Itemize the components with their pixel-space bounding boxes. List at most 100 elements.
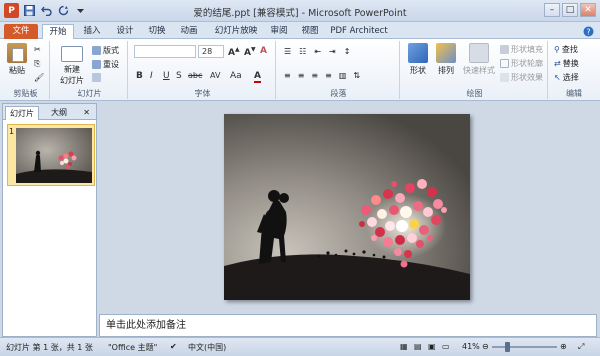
font-color-button[interactable]: A <box>254 71 261 83</box>
grow-font-icon[interactable]: A▲ <box>228 46 240 58</box>
slides-panel: 幻灯片 大纲 ✕ 1 <box>2 103 97 337</box>
slides-group: 新建 幻灯片 版式 重设 幻灯片 <box>52 41 128 99</box>
minimize-button[interactable]: – <box>544 3 560 17</box>
tab-view[interactable]: 视图 <box>297 24 323 39</box>
shape-outline-label: 形状轮廓 <box>511 59 543 68</box>
select-label: 选择 <box>562 73 579 82</box>
columns-icon[interactable]: ▥ <box>339 71 347 80</box>
maximize-button[interactable]: □ <box>562 3 578 17</box>
text-shadow-button[interactable]: S <box>176 71 182 81</box>
shape-effects-button[interactable]: 形状效果 <box>500 72 543 83</box>
copy-icon[interactable]: ⎘ <box>34 59 40 69</box>
numbering-icon[interactable]: ☷ <box>299 47 306 56</box>
paste-icon <box>7 43 27 63</box>
text-direction-icon[interactable]: ⇅ <box>353 71 360 80</box>
font-size-input[interactable]: 28 <box>198 45 224 58</box>
tab-slideshow[interactable]: 幻灯片放映 <box>209 24 263 39</box>
slide-canvas[interactable] <box>224 114 470 300</box>
tab-file[interactable]: 文件 <box>4 24 38 39</box>
line-spacing-icon[interactable]: ↕ <box>344 47 351 56</box>
ribbon: 粘贴 ✂ ⎘ 🖌 剪贴板 新建 幻灯片 版式 重设 幻灯片 28 A▲ A▼ A… <box>0 39 600 101</box>
close-button[interactable]: ✕ <box>580 3 596 17</box>
shapes-icon <box>408 43 428 63</box>
replace-button[interactable]: ⇄ 替换 <box>554 58 579 69</box>
drawing-group-label: 绘图 <box>466 89 483 98</box>
spell-check-icon[interactable]: ✔ <box>170 342 177 351</box>
strikethrough-button[interactable]: abc <box>188 71 202 80</box>
bullets-icon[interactable]: ☰ <box>284 47 291 56</box>
slide-thumbnail-selected[interactable]: 1 <box>7 124 95 186</box>
slide-sorter-icon[interactable]: ▤ <box>414 342 422 351</box>
clear-formatting-icon[interactable]: A <box>260 46 267 56</box>
close-panel-icon[interactable]: ✕ <box>79 106 94 120</box>
reading-view-icon[interactable]: ▣ <box>428 342 436 351</box>
tab-transitions[interactable]: 切换 <box>143 24 171 39</box>
tab-slides-thumbnails[interactable]: 幻灯片 <box>5 106 39 120</box>
font-name-input[interactable] <box>134 45 196 58</box>
shape-outline-button[interactable]: 形状轮廓 <box>500 58 543 69</box>
zoom-level[interactable]: 41% <box>462 342 480 351</box>
tab-insert[interactable]: 插入 <box>78 24 106 39</box>
help-icon[interactable]: ? <box>583 26 594 40</box>
select-button[interactable]: ↖ 选择 <box>554 72 579 83</box>
align-right-icon[interactable]: ≡ <box>311 71 318 80</box>
paste-button[interactable]: 粘贴 <box>6 43 28 76</box>
paragraph-group: ☰ ☷ ⇤ ⇥ ↕ ≡ ≡ ≡ ≡ ▥ ⇅ 段落 <box>278 41 400 99</box>
new-slide-button[interactable]: 新建 幻灯片 <box>56 43 88 86</box>
tab-review[interactable]: 审阅 <box>266 24 292 39</box>
tab-animations[interactable]: 动画 <box>175 24 203 39</box>
editing-group: ⚲ 查找 ⇄ 替换 ↖ 选择 编辑 <box>550 41 598 99</box>
clipboard-group-label: 剪贴板 <box>13 89 38 98</box>
align-left-icon[interactable]: ≡ <box>284 71 291 80</box>
paragraph-group-label: 段落 <box>330 89 347 98</box>
reset-label: 重设 <box>103 60 119 69</box>
character-spacing-button[interactable]: AV <box>210 71 220 80</box>
zoom-out-icon[interactable]: ⊖ <box>482 342 489 351</box>
arrange-icon <box>436 43 456 63</box>
list-buttons: ☰ ☷ ⇤ ⇥ ↕ <box>284 47 350 56</box>
status-bar: 幻灯片 第 1 张，共 1 张 "Office 主题" ✔ 中文(中国) ▦ ▤… <box>0 337 600 356</box>
section-icon <box>92 73 101 82</box>
tab-design[interactable]: 设计 <box>111 24 139 39</box>
decrease-indent-icon[interactable]: ⇤ <box>314 47 321 56</box>
cut-icon[interactable]: ✂ <box>34 45 41 54</box>
section-button[interactable] <box>92 73 101 82</box>
align-center-icon[interactable]: ≡ <box>298 71 305 80</box>
replace-icon: ⇄ <box>554 59 561 68</box>
bold-button[interactable]: B <box>136 71 143 81</box>
reset-button[interactable]: 重设 <box>92 59 119 70</box>
increase-indent-icon[interactable]: ⇥ <box>329 47 336 56</box>
shrink-font-icon[interactable]: A▼ <box>244 46 256 58</box>
font-group: 28 A▲ A▼ A B I U S abc AV Aa A 字体 <box>130 41 276 99</box>
arrange-button[interactable]: 排列 <box>434 43 458 76</box>
underline-button[interactable]: U <box>163 71 170 81</box>
language-status[interactable]: 中文(中国) <box>188 342 226 353</box>
shapes-button[interactable]: 形状 <box>406 43 430 76</box>
editing-group-label: 编辑 <box>566 89 582 98</box>
tab-outline[interactable]: 大纲 <box>47 106 71 120</box>
new-slide-label: 新建 <box>64 65 80 74</box>
shape-effects-label: 形状效果 <box>511 73 543 82</box>
change-case-button[interactable]: Aa <box>230 71 242 81</box>
paste-label: 粘贴 <box>9 66 25 75</box>
justify-icon[interactable]: ≡ <box>325 71 332 80</box>
find-button[interactable]: ⚲ 查找 <box>554 44 578 55</box>
format-painter-icon[interactable]: 🖌 <box>34 73 44 82</box>
italic-button[interactable]: I <box>150 71 153 81</box>
notes-pane[interactable]: 单击此处添加备注 <box>99 314 597 337</box>
quick-styles-button[interactable]: 快速样式 <box>460 43 498 76</box>
layout-button[interactable]: 版式 <box>92 45 119 56</box>
fit-to-window-icon[interactable]: ⤢ <box>578 342 584 352</box>
normal-view-icon[interactable]: ▦ <box>400 342 408 351</box>
zoom-slider-thumb[interactable] <box>505 342 510 352</box>
clipboard-group: 粘贴 ✂ ⎘ 🖌 剪贴板 <box>2 41 50 99</box>
shape-fill-button[interactable]: 形状填充 <box>500 44 543 55</box>
tab-pdf-architect[interactable]: PDF Architect <box>328 24 390 39</box>
shape-effects-icon <box>500 73 509 82</box>
slideshow-view-icon[interactable]: ▭ <box>442 342 450 351</box>
zoom-in-icon[interactable]: ⊕ <box>560 342 567 351</box>
reset-icon <box>92 60 101 69</box>
tab-home[interactable]: 开始 <box>42 24 74 39</box>
zoom-slider[interactable] <box>492 346 557 348</box>
theme-status[interactable]: "Office 主题" <box>108 342 157 353</box>
